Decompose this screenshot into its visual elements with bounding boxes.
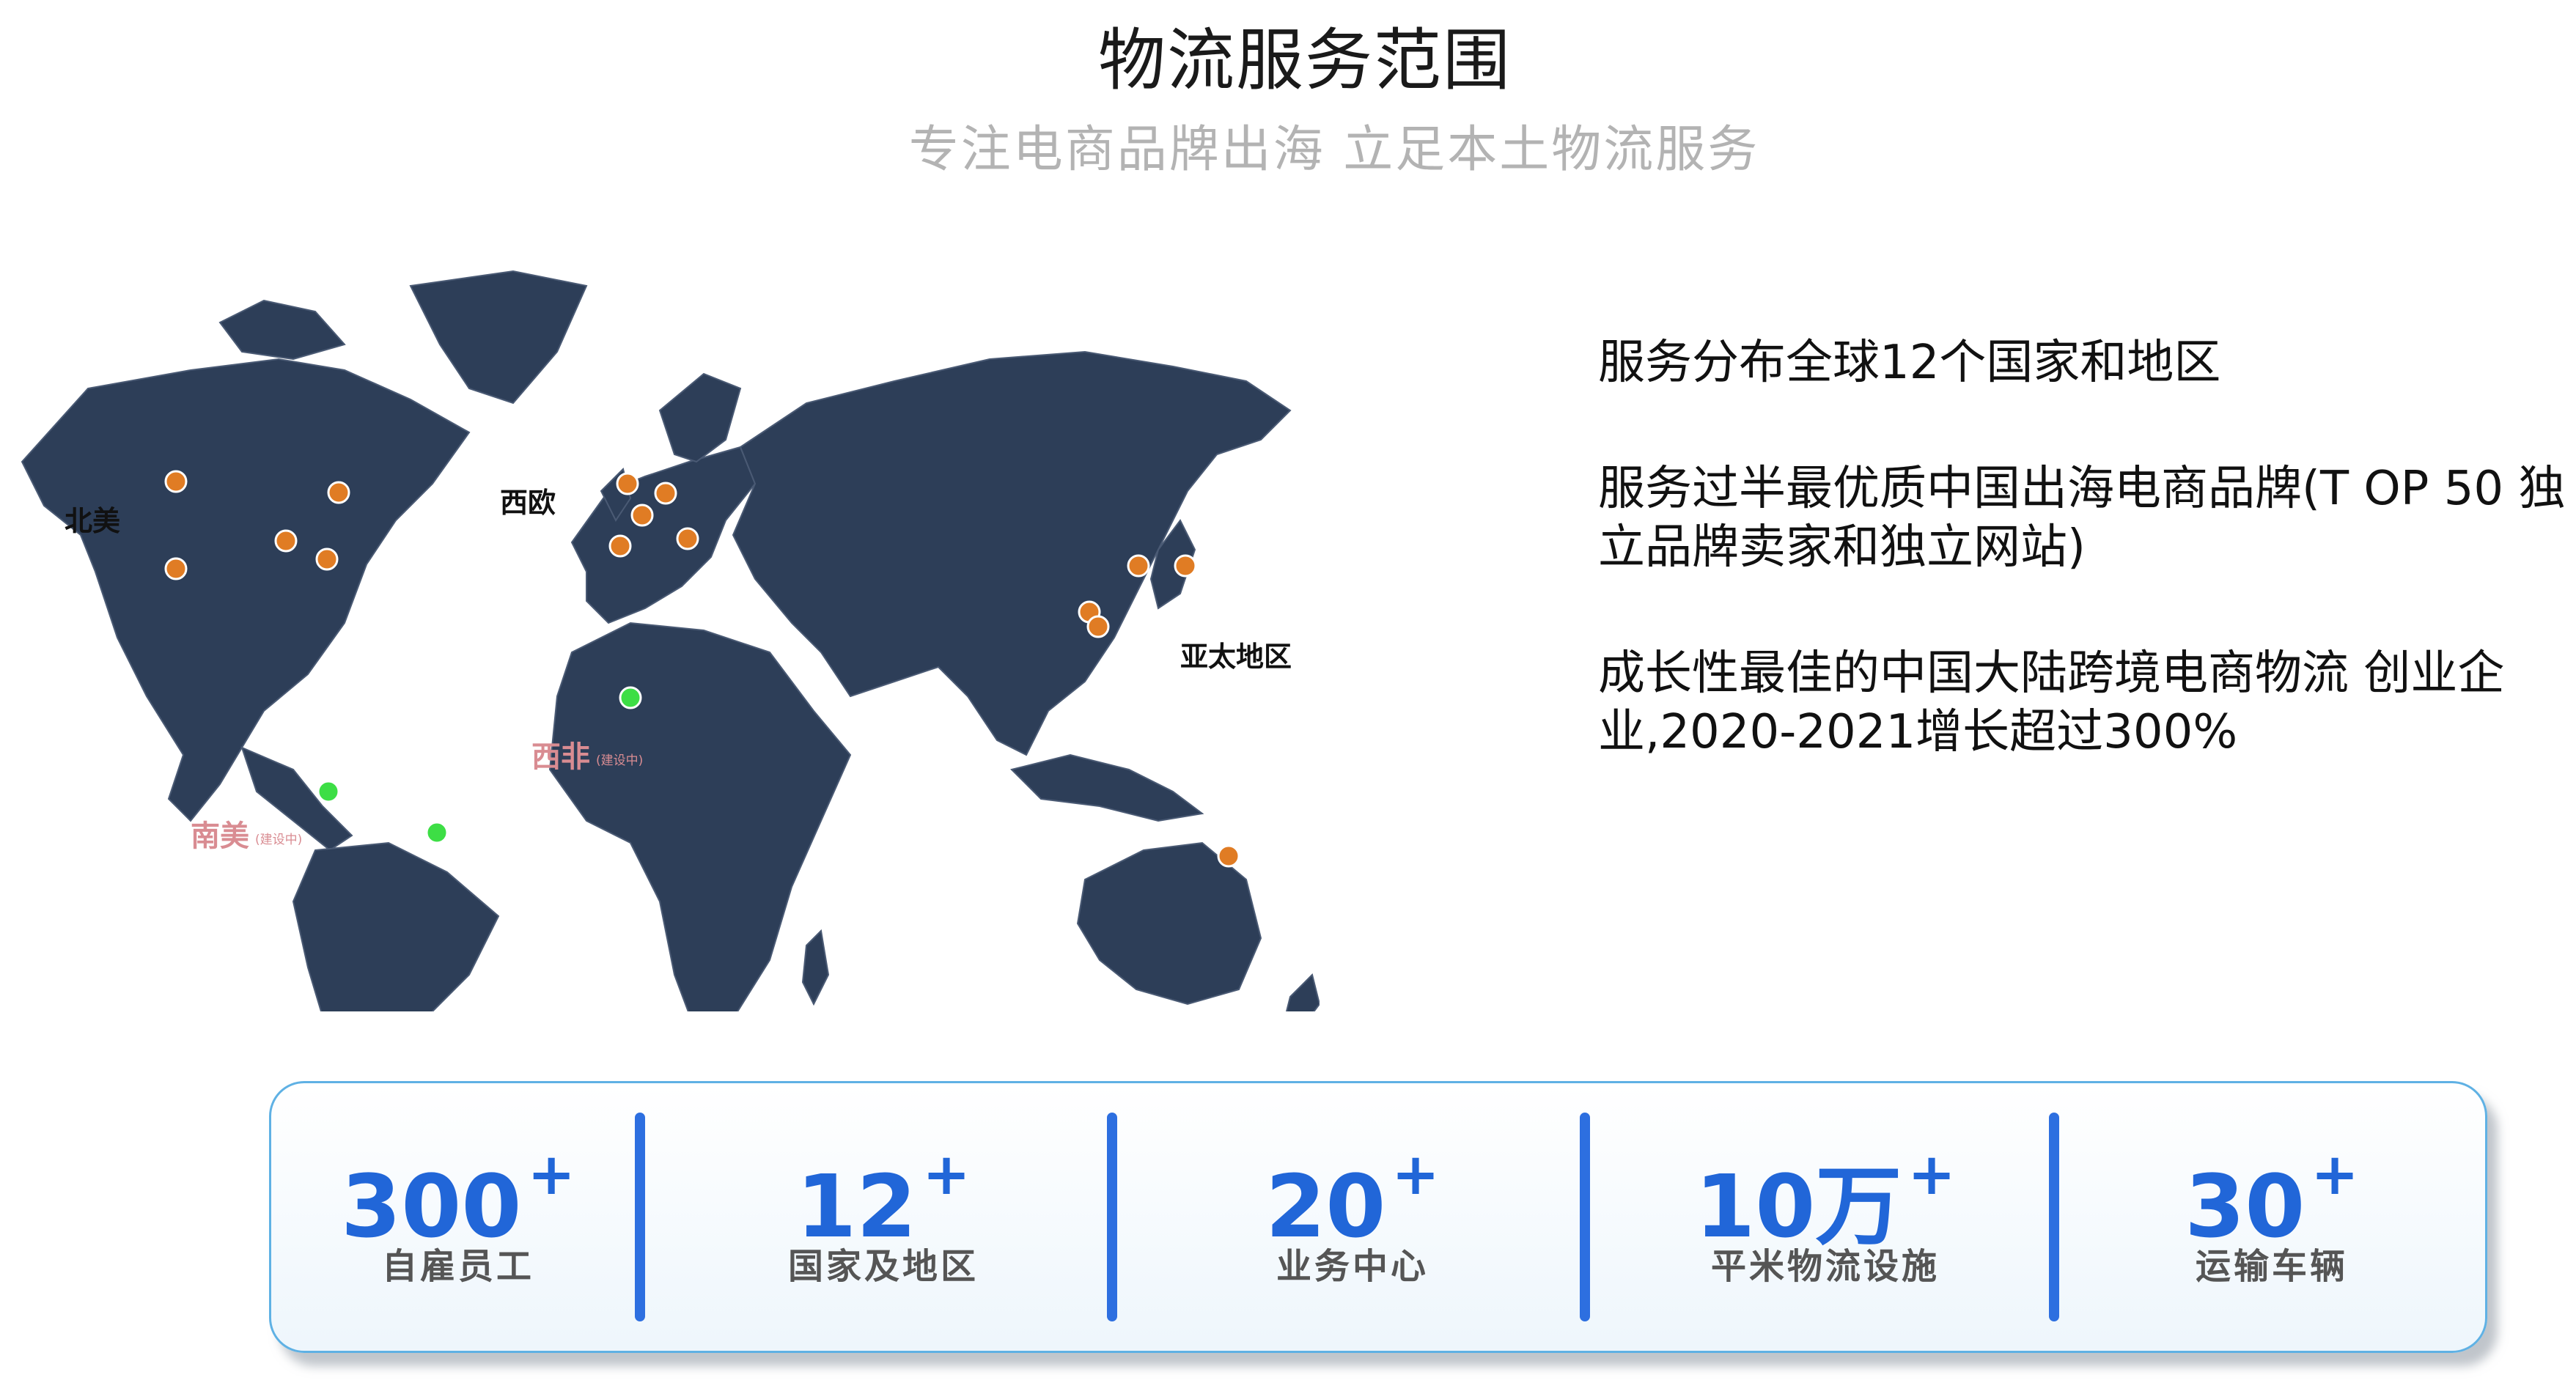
label-west-africa: 西非 (建设中) [531,733,643,775]
fact-item: 成长性最佳的中国大陆跨境电商物流 创业企业,2020-2021增长超过300% [1598,646,2505,759]
stat-divider [1107,1113,1117,1321]
world-map-graphic [21,270,1320,1011]
stat-label: 国家及地区 [787,1246,979,1287]
southeast-asia-islands-shape [1010,753,1204,822]
stat-label: 平米物流设施 [1710,1246,1940,1287]
marker-wa-1 [619,686,642,709]
stat-centers: 20 + 业务中心 [1122,1083,1583,1351]
stat-divider [2049,1113,2059,1321]
marker-ap-4 [1086,615,1110,638]
fact-item: 服务分布全球12个国家和地区 [1598,336,2221,390]
scandinavia-shape [658,372,742,463]
marker-na-3 [274,529,298,553]
marker-na-5 [164,557,188,580]
label-asia-pacific: 亚太地区 [1180,641,1292,673]
facts-list: 服务分布全球12个国家和地区 服务过半最优质中国出海电商品牌(T OP 50 独… [1598,333,2573,829]
world-map: 北美 西欧 亚太地区 西非 (建设中) 南美 (建设中) [0,242,1320,1011]
label-south-america-note: (建设中) [255,832,303,847]
greenland-shape [409,270,588,405]
marker-ap-5 [1217,844,1240,868]
marker-na-2 [327,481,350,504]
stat-divider [1580,1113,1590,1321]
label-north-america: 北美 [65,505,121,537]
marker-ap-2 [1174,554,1197,578]
stat-facilities: 10万 + 平米物流设施 [1591,1083,2060,1351]
stat-label: 运输车辆 [2195,1246,2348,1287]
page-title: 物流服务范围 [1097,21,1512,100]
marker-na-4 [315,547,339,571]
stat-employees: 300 + 自雇员工 [271,1083,645,1351]
asia-shape [732,350,1292,756]
marker-sa-1 [317,780,340,803]
page-subtitle: 专注电商品牌出海 立足本土物流服务 [908,121,1760,179]
marker-eu-5 [608,534,632,558]
australia-shape [1076,841,1262,1006]
south-america-shape [292,841,500,1011]
stat-plus: + [1391,1142,1440,1208]
fact-item: 服务过半最优质中国出海电商品牌(T OP 50 独立品牌卖家和独立网站) [1598,462,2566,575]
arctic-islands-shape [218,299,346,361]
marker-eu-2 [654,482,677,505]
label-west-africa-name: 西非 [531,740,590,774]
marker-ap-1 [1127,554,1150,578]
marker-sa-2 [425,821,449,844]
stat-plus: + [922,1142,971,1208]
stat-divider [635,1113,645,1321]
label-west-africa-note: (建设中) [596,753,644,768]
marker-eu-4 [676,527,699,550]
madagascar-shape [801,929,830,1006]
label-south-america-name: 南美 [191,819,249,853]
stat-label: 自雇员工 [381,1246,534,1287]
stat-plus: + [527,1142,575,1208]
stats-panel: 300 + 自雇员工 12 + 国家及地区 20 + 业务中心 10万 + 平米物流设施… [269,1081,2487,1353]
stat-plus: + [2311,1142,2359,1208]
marker-eu-1 [616,472,639,495]
label-west-europe: 西欧 [500,487,556,519]
stat-label: 业务中心 [1276,1246,1429,1287]
stat-plus: + [1907,1142,1956,1208]
stat-vehicles: 30 + 运输车辆 [2060,1083,2484,1351]
marker-eu-3 [630,504,654,527]
europe-shape [570,446,757,624]
stat-countries: 12 + 国家及地区 [649,1083,1118,1351]
new-zealand-shape [1285,973,1320,1011]
marker-na-1 [164,470,188,493]
label-south-america: 南美 (建设中) [191,812,302,855]
